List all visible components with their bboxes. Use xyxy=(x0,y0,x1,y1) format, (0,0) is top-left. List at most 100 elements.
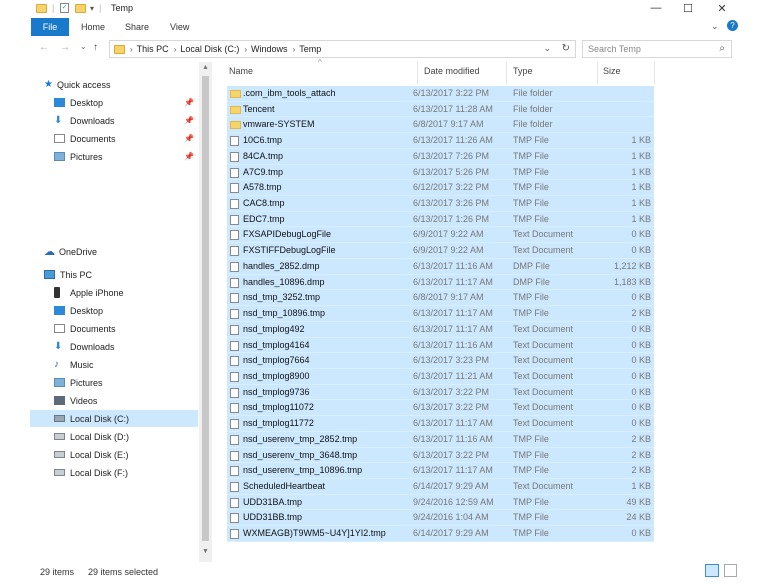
file-row[interactable]: 84CA.tmp 6/13/2017 7:26 PM TMP File 1 KB xyxy=(227,148,654,165)
breadcrumb-windows[interactable]: Windows xyxy=(251,44,288,54)
file-row[interactable]: WXMEAGB)T9WM5~U4Y]1YI2.tmp 6/14/2017 9:29… xyxy=(227,526,654,542)
refresh-icon[interactable]: ↻ xyxy=(562,43,570,54)
recent-locations-chevron-icon[interactable]: ⌄ xyxy=(80,42,87,51)
file-row[interactable]: handles_2852.dmp 6/13/2017 11:16 AM DMP Fi… xyxy=(227,258,654,275)
minimize-button[interactable]: — xyxy=(641,0,671,16)
nav-quick-access[interactable]: ★ Quick access xyxy=(44,76,198,93)
nav-item-local-disk-e[interactable]: Local Disk (E:) xyxy=(54,446,198,463)
file-icon xyxy=(230,261,239,272)
tab-share[interactable]: Share xyxy=(125,22,149,32)
nav-item-pictures[interactable]: Pictures xyxy=(54,374,198,391)
file-row[interactable]: nsd_tmplog11072 6/13/2017 3:22 PM Text Doc… xyxy=(227,400,654,417)
column-divider[interactable] xyxy=(654,62,655,84)
scroll-up-icon[interactable]: ▲ xyxy=(202,64,209,71)
new-folder-icon[interactable] xyxy=(75,2,86,14)
nav-item-downloads[interactable]: ⬇ Downloads xyxy=(54,338,198,355)
help-icon[interactable]: ? xyxy=(727,20,738,31)
pin-icon[interactable]: 📌 xyxy=(184,134,194,143)
pin-icon[interactable]: 📌 xyxy=(184,152,194,161)
file-row[interactable]: nsd_tmplog492 6/13/2017 11:17 AM Text Docu… xyxy=(227,321,654,338)
column-divider[interactable] xyxy=(597,62,598,84)
file-name: handles_10896.dmp xyxy=(243,276,325,287)
column-header-type[interactable]: Type xyxy=(513,66,533,76)
nav-item-local-disk-f[interactable]: Local Disk (F:) xyxy=(54,464,198,481)
column-divider[interactable] xyxy=(506,62,507,84)
close-button[interactable]: ✕ xyxy=(707,0,737,16)
file-row[interactable]: nsd_userenv_tmp_3648.tmp 6/13/2017 3:22 P… xyxy=(227,447,654,464)
file-row[interactable]: nsd_userenv_tmp_2852.tmp 6/13/2017 11:16 … xyxy=(227,431,654,448)
address-dropdown-chevron-icon[interactable]: ⌄ xyxy=(543,43,551,54)
expand-ribbon-icon[interactable]: ⌄ xyxy=(711,21,719,32)
file-row[interactable]: FXSTIFFDebugLogFile 6/9/2017 9:22 AM Text … xyxy=(227,243,654,259)
tab-view[interactable]: View xyxy=(170,22,189,32)
nav-label: Pictures xyxy=(70,377,103,388)
nav-item-documents[interactable]: Documents 📌 xyxy=(54,130,198,147)
nav-onedrive[interactable]: ☁ OneDrive xyxy=(44,243,198,260)
nav-item-desktop[interactable]: Desktop xyxy=(54,302,198,319)
search-input[interactable]: Search Temp ⌕ xyxy=(582,40,732,58)
file-row[interactable]: nsd_tmplog7664 6/13/2017 3:23 PM Text Docu… xyxy=(227,353,654,369)
nav-item-videos[interactable]: Videos xyxy=(54,392,198,409)
file-row[interactable]: nsd_tmplog8900 6/13/2017 11:21 AM Text Doc… xyxy=(227,368,654,385)
nav-label: Desktop xyxy=(70,305,104,316)
up-arrow-icon[interactable]: ↑ xyxy=(93,42,98,53)
address-bar[interactable]: › This PC › Local Disk (C:) › Windows › … xyxy=(109,40,576,58)
file-row[interactable]: ScheduledHeartbeat 6/14/2017 9:29 AM Text … xyxy=(227,478,654,495)
file-row[interactable]: FXSAPIDebugLogFile 6/9/2017 9:22 AM Text D… xyxy=(227,227,654,244)
nav-item-pictures[interactable]: Pictures 📌 xyxy=(54,148,198,165)
file-row[interactable]: EDC7.tmp 6/13/2017 1:26 PM TMP File 1 KB xyxy=(227,211,654,228)
file-icon xyxy=(230,434,239,445)
pin-icon[interactable]: 📌 xyxy=(184,98,194,107)
file-row[interactable]: nsd_tmp_10896.tmp 6/13/2017 11:17 AM TMP F… xyxy=(227,306,654,322)
column-header-name[interactable]: Name xyxy=(229,66,253,76)
scroll-down-icon[interactable]: ▼ xyxy=(202,548,209,555)
file-row[interactable]: UDD31BB.tmp 9/24/2016 1:04 AM TMP File 24 K… xyxy=(227,510,654,527)
pin-icon[interactable]: 📌 xyxy=(184,116,194,125)
file-row[interactable]: CAC8.tmp 6/13/2017 3:26 PM TMP File 1 KB xyxy=(227,196,654,212)
back-arrow-icon[interactable]: ← xyxy=(39,42,49,53)
column-header-size[interactable]: Size xyxy=(603,66,621,76)
file-row[interactable]: handles_10896.dmp 6/13/2017 11:17 AM DMP F… xyxy=(227,274,654,291)
nav-item-local-disk-c[interactable]: Local Disk (C:) xyxy=(30,410,198,427)
file-row[interactable]: .com_ibm_tools_attach 6/13/2017 3:22 PM Fi… xyxy=(227,86,654,102)
nav-item-documents[interactable]: Documents xyxy=(54,320,198,337)
folder-icon xyxy=(36,2,47,14)
tab-home[interactable]: Home xyxy=(81,22,105,32)
file-row[interactable]: nsd_tmplog9736 6/13/2017 3:22 PM Text Docu… xyxy=(227,384,654,401)
nav-item-music[interactable]: ♪ Music xyxy=(54,356,198,373)
file-row[interactable]: nsd_tmplog4164 6/13/2017 11:16 AM Text Doc… xyxy=(227,337,654,354)
file-name: nsd_userenv_tmp_10896.tmp xyxy=(243,465,363,476)
sort-ascending-icon: ^ xyxy=(318,58,322,67)
breadcrumb-this-pc[interactable]: This PC xyxy=(137,44,169,54)
file-row[interactable]: A578.tmp 6/12/2017 3:22 PM TMP File 1 KB xyxy=(227,180,654,197)
details-view-icon[interactable] xyxy=(705,564,719,577)
customize-quick-access-icon[interactable]: ▾ xyxy=(90,2,94,14)
nav-item-downloads[interactable]: ⬇ Downloads 📌 xyxy=(54,112,198,129)
nav-item-desktop[interactable]: Desktop 📌 xyxy=(54,94,198,111)
column-divider[interactable] xyxy=(417,62,418,84)
file-row[interactable]: UDD31BA.tmp 9/24/2016 12:59 AM TMP File 49 … xyxy=(227,494,654,511)
file-row[interactable]: Tencent 6/13/2017 11:28 AM File folder xyxy=(227,101,654,118)
file-date-modified: 6/9/2017 9:22 AM xyxy=(413,245,484,256)
nav-this-pc[interactable]: This PC xyxy=(44,266,198,283)
file-row[interactable]: 10C6.tmp 6/13/2017 11:26 AM TMP File 1 KB xyxy=(227,133,654,149)
scrollbar-thumb[interactable] xyxy=(202,76,209,541)
search-icon[interactable]: ⌕ xyxy=(719,43,725,54)
breadcrumb-temp[interactable]: Temp xyxy=(299,44,321,54)
tab-file[interactable]: File xyxy=(31,18,69,36)
file-name: Tencent xyxy=(243,103,275,114)
navigation-scrollbar[interactable]: ▲ ▼ xyxy=(199,62,212,562)
file-row[interactable]: nsd_tmp_3252.tmp 6/8/2017 9:17 AM TMP File… xyxy=(227,290,654,307)
maximize-button[interactable]: ☐ xyxy=(673,0,703,16)
breadcrumb-local-disk-c[interactable]: Local Disk (C:) xyxy=(180,44,239,54)
large-icons-view-icon[interactable] xyxy=(724,564,737,577)
column-header-date-modified[interactable]: Date modified xyxy=(424,66,480,76)
file-row[interactable]: nsd_userenv_tmp_10896.tmp 6/13/2017 11:17… xyxy=(227,463,654,479)
properties-icon[interactable]: ✓ xyxy=(60,2,69,14)
forward-arrow-icon[interactable]: → xyxy=(60,42,70,53)
file-row[interactable]: A7C9.tmp 6/13/2017 5:26 PM TMP File 1 KB xyxy=(227,164,654,181)
file-row[interactable]: nsd_tmplog11772 6/13/2017 11:17 AM Text Do… xyxy=(227,416,654,432)
nav-item-apple-iphone[interactable]: Apple iPhone xyxy=(54,284,198,301)
file-row[interactable]: vmware-SYSTEM 6/8/2017 9:17 AM File folder xyxy=(227,117,654,134)
nav-item-local-disk-d[interactable]: Local Disk (D:) xyxy=(54,428,198,445)
